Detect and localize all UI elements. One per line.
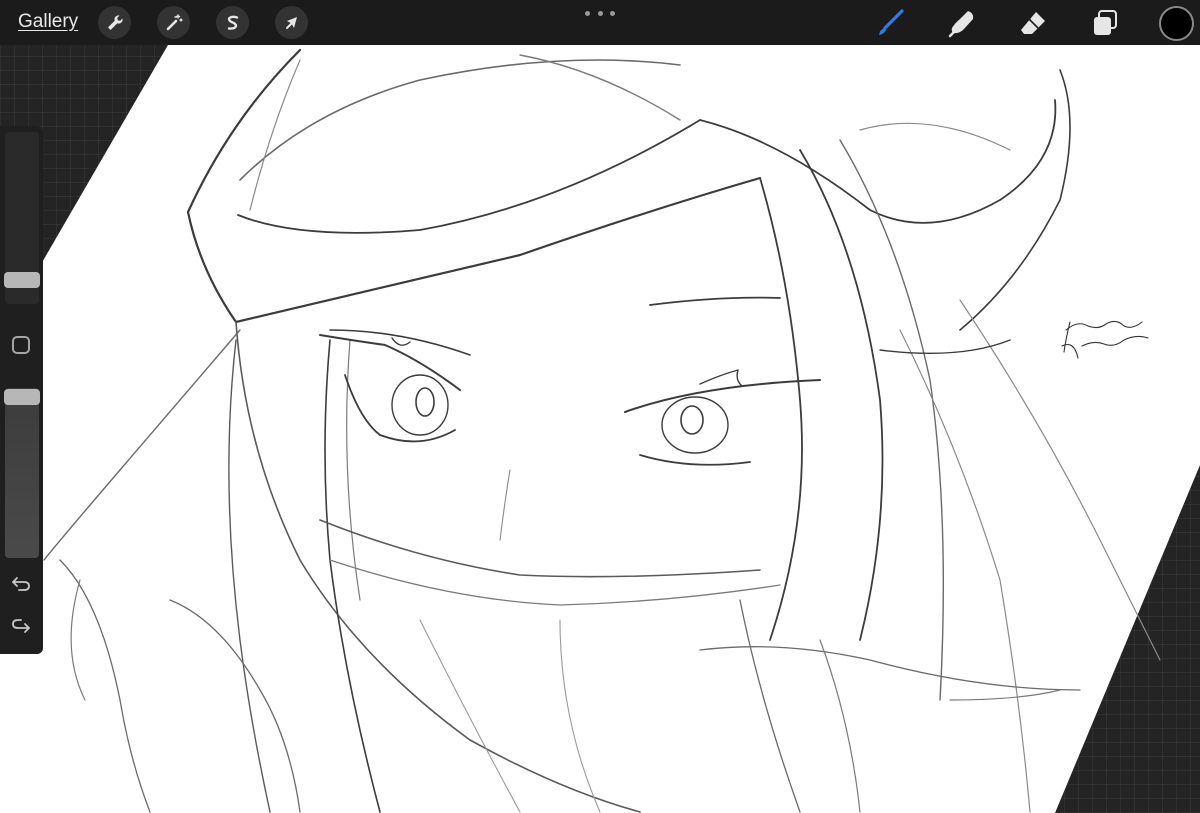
ellipsis-icon[interactable]: [585, 8, 615, 18]
modify-button[interactable]: [12, 336, 30, 354]
adjustments-button[interactable]: [157, 6, 190, 39]
layers-icon: [1094, 10, 1117, 35]
color-picker-button[interactable]: [1159, 6, 1194, 41]
redo-icon[interactable]: [10, 616, 32, 638]
arrow-cursor-icon: [285, 16, 297, 29]
brush-size-thumb[interactable]: [4, 272, 40, 288]
selection-button[interactable]: [216, 6, 249, 39]
wrench-icon: [107, 14, 123, 30]
selection-s-icon: [227, 15, 238, 30]
sketch-canvas-svg[interactable]: [0, 0, 1200, 813]
actions-button[interactable]: [98, 6, 131, 39]
eraser-icon: [1021, 12, 1045, 34]
smudge-button[interactable]: [945, 6, 979, 40]
opacity-slider[interactable]: [5, 388, 39, 558]
smudge-finger-icon: [948, 11, 974, 38]
canvas-paper: [0, 45, 1200, 813]
drawing-canvas[interactable]: [0, 0, 1200, 813]
gallery-button[interactable]: Gallery: [18, 11, 78, 33]
brush-button[interactable]: [873, 6, 907, 40]
left-sidebar: [0, 126, 43, 654]
brush-icon: [879, 9, 904, 35]
magic-wand-icon: [166, 13, 183, 30]
transform-button[interactable]: [275, 6, 308, 39]
top-toolbar: Gallery: [0, 0, 1200, 45]
layers-button[interactable]: [1088, 6, 1122, 40]
undo-icon[interactable]: [10, 572, 32, 594]
opacity-thumb[interactable]: [4, 389, 40, 405]
eraser-button[interactable]: [1016, 6, 1050, 40]
